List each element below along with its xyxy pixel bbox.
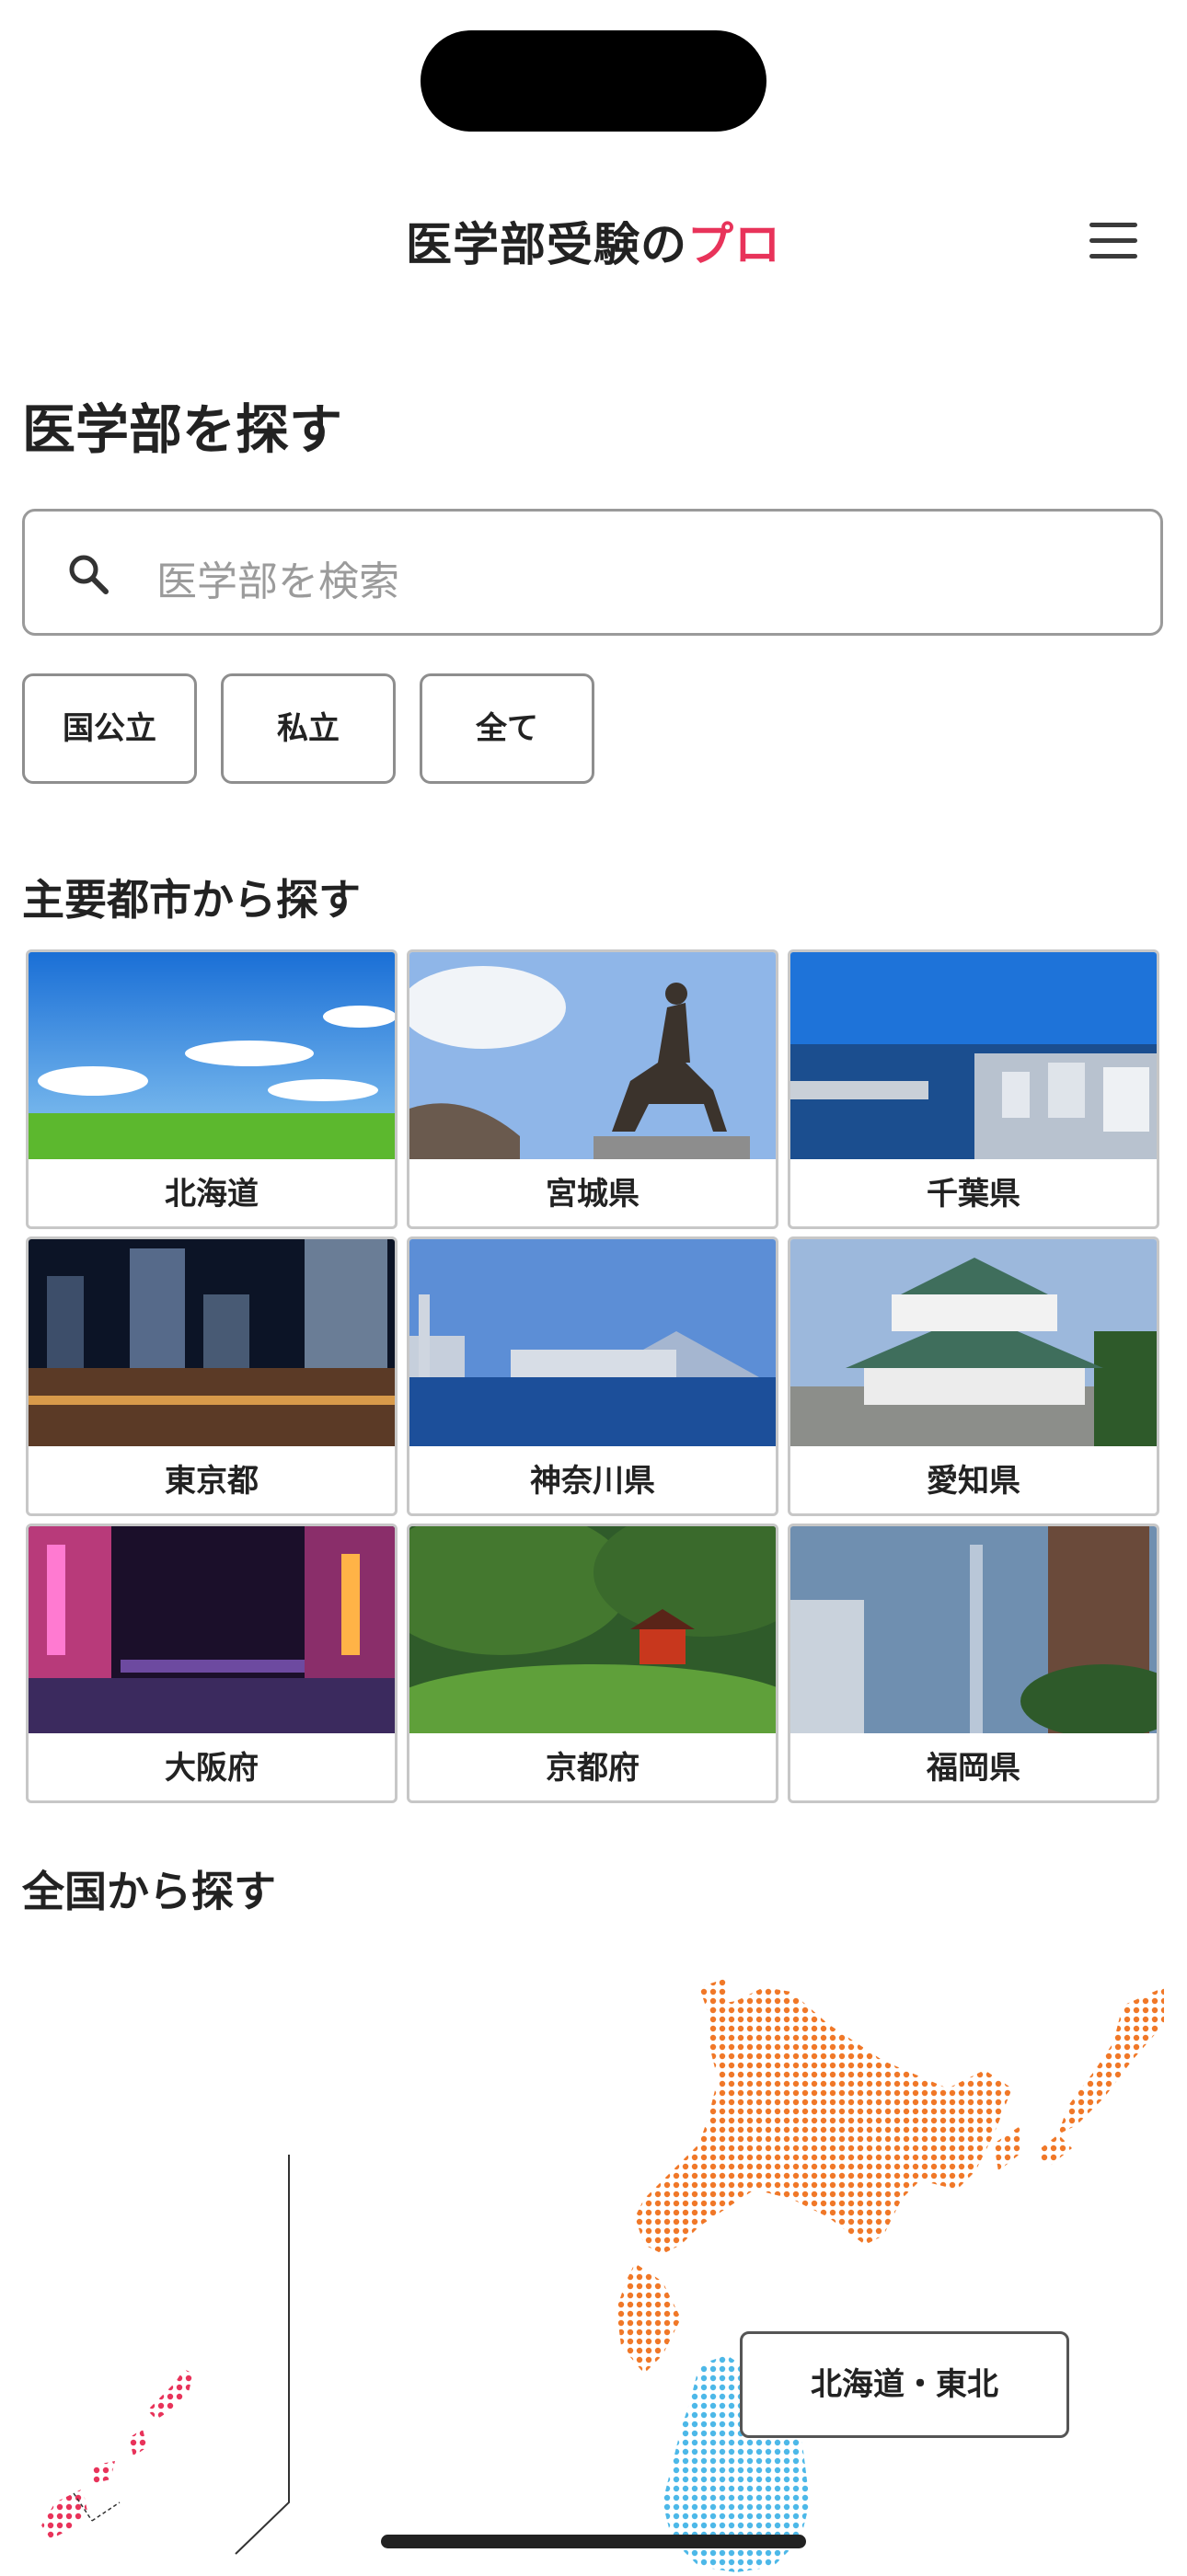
search-placeholder: 医学部を検索: [156, 558, 399, 605]
city-photo-tokyo: [29, 1239, 395, 1446]
city-photo-chiba: [790, 952, 1157, 1159]
search-icon: [69, 555, 109, 594]
city-label: 大阪府: [165, 1750, 259, 1787]
filter-all-button[interactable]: 全て: [420, 673, 594, 784]
dynamic-island: [421, 30, 766, 132]
map-section-title: 全国から探す: [22, 1867, 276, 1916]
city-card-osaka[interactable]: 大阪府: [26, 1524, 398, 1803]
city-label: 京都府: [546, 1750, 640, 1787]
city-label: 愛知県: [927, 1463, 1020, 1500]
hokkaido-region: [635, 1987, 1012, 2254]
city-card-kyoto[interactable]: 京都府: [407, 1524, 778, 1803]
city-photo-osaka: [29, 1526, 395, 1733]
city-label: 福岡県: [927, 1750, 1020, 1787]
city-photo-miyagi: [409, 952, 776, 1159]
region-button-hokkaido-tohoku[interactable]: 北海道・東北: [740, 2331, 1069, 2438]
logo-accent: プロ: [687, 218, 781, 271]
city-card-miyagi[interactable]: 宮城県: [407, 949, 778, 1229]
city-photo-aichi: [790, 1239, 1157, 1446]
city-card-hokkaido[interactable]: 北海道: [26, 949, 398, 1229]
filter-private-button[interactable]: 私立: [221, 673, 396, 784]
search-input[interactable]: 医学部を検索: [22, 509, 1163, 636]
okinawa-region: [147, 2369, 193, 2420]
logo-text: 医学部受験の: [406, 218, 687, 271]
city-photo-kyoto: [409, 1526, 776, 1733]
search-section-title: 医学部を探す: [22, 398, 343, 461]
city-card-kanagawa[interactable]: 神奈川県: [407, 1236, 778, 1516]
city-label: 神奈川県: [530, 1463, 655, 1500]
city-section-title: 主要都市から探す: [22, 875, 361, 925]
japan-dot-map[interactable]: [0, 1950, 1187, 2572]
city-card-chiba[interactable]: 千葉県: [788, 949, 1159, 1229]
home-indicator: [381, 2535, 806, 2548]
site-logo[interactable]: 医学部受験のプロ: [0, 208, 1187, 274]
city-photo-kanagawa: [409, 1239, 776, 1446]
city-photo-fukuoka: [790, 1526, 1157, 1733]
city-photo-hokkaido: [29, 952, 395, 1159]
city-label: 宮城県: [546, 1176, 640, 1213]
city-label: 千葉県: [927, 1176, 1020, 1213]
city-card-aichi[interactable]: 愛知県: [788, 1236, 1159, 1516]
city-card-fukuoka[interactable]: 福岡県: [788, 1524, 1159, 1803]
city-label: 北海道: [165, 1176, 259, 1213]
city-card-tokyo[interactable]: 東京都: [26, 1236, 398, 1516]
filter-national-public-button[interactable]: 国公立: [22, 673, 197, 784]
city-label: 東京都: [165, 1463, 259, 1500]
hamburger-menu-icon[interactable]: [1086, 217, 1141, 263]
